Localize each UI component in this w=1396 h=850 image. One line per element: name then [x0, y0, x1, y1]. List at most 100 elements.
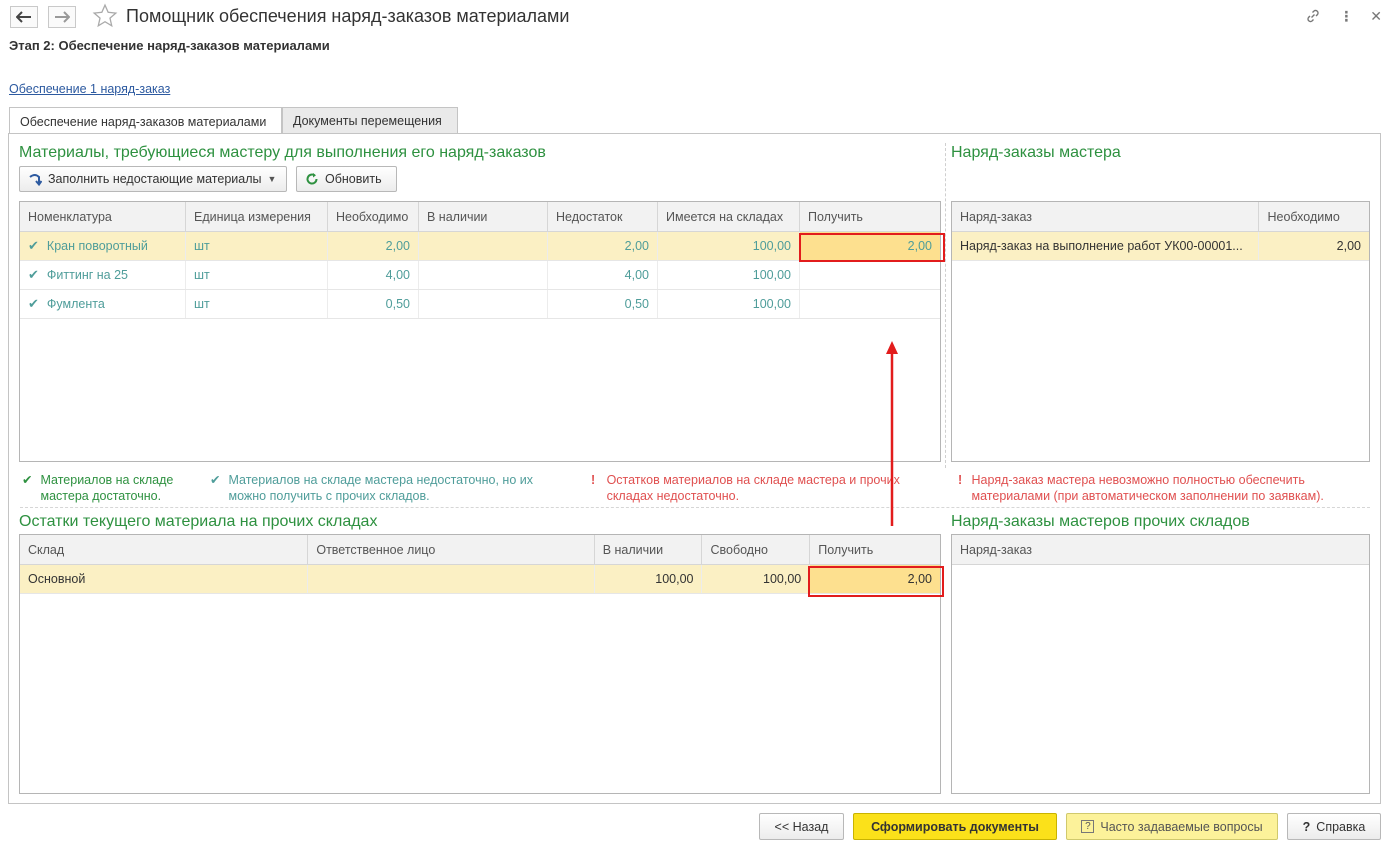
stock-table: Склад Ответственное лицо В наличии Свобо…	[19, 534, 941, 794]
fill-arrow-icon	[29, 174, 42, 186]
window-title: Помощник обеспечения наряд-заказов матер…	[126, 6, 570, 26]
cell-shortage: 2,00	[548, 232, 658, 260]
faq-label: Часто задаваемые вопросы	[1100, 819, 1263, 834]
col-stock-receive[interactable]: Получить	[810, 535, 940, 564]
refresh-button[interactable]: Обновить	[296, 166, 397, 192]
close-icon[interactable]: ✕	[1370, 8, 1382, 25]
legend-order-warning-text: Наряд-заказ мастера невозможно полностью…	[971, 473, 1324, 503]
cell-in-stock	[419, 232, 548, 260]
faq-button[interactable]: ? Часто задаваемые вопросы	[1066, 813, 1278, 840]
question-box-icon: ?	[1081, 820, 1095, 833]
other-orders-table: Наряд-заказ	[951, 534, 1370, 794]
cell-unit: шт	[186, 290, 328, 318]
cell-order: Наряд-заказ на выполнение работ УК00-000…	[952, 232, 1260, 260]
arrow-left-icon	[16, 11, 31, 23]
help-button[interactable]: ? Справка	[1287, 813, 1381, 840]
col-free[interactable]: Свободно	[702, 535, 811, 564]
tab-supply[interactable]: Обеспечение наряд-заказов материалами	[9, 107, 282, 135]
cell-in-stock	[419, 290, 548, 318]
check-icon: ✔	[210, 473, 221, 487]
back-button[interactable]: << Назад	[759, 813, 844, 840]
col-shortage[interactable]: Недостаток	[548, 202, 658, 231]
legend-ok-text: Материалов на складе мастера достаточно.	[40, 473, 174, 503]
check-icon: ✔	[28, 238, 39, 253]
cell-warehouse: Основной	[20, 565, 309, 593]
chevron-down-icon: ▼	[267, 174, 277, 184]
tab-transfer-documents[interactable]: Документы перемещения	[282, 107, 458, 134]
cell-shortage: 4,00	[548, 261, 658, 289]
check-icon: ✔	[22, 473, 33, 487]
arrow-right-icon	[55, 11, 70, 23]
col-receive[interactable]: Получить	[800, 202, 940, 231]
cell-stock-in-stock: 100,00	[595, 565, 703, 593]
more-icon[interactable]: ⋮	[1339, 8, 1353, 25]
cell-warehouses: 100,00	[658, 290, 800, 318]
col-needed[interactable]: Необходимо	[328, 202, 419, 231]
other-orders-section-title: Наряд-заказы мастеров прочих складов	[951, 513, 1250, 530]
row-name: Кран поворотный	[46, 239, 148, 253]
cell-shortage: 0,50	[548, 290, 658, 318]
col-warehouses[interactable]: Имеется на складах	[658, 202, 800, 231]
cell-nomenclature: ✔ Фумлента	[20, 290, 186, 318]
refresh-label: Обновить	[325, 172, 382, 186]
row-name: Фумлента	[46, 297, 105, 311]
col-responsible[interactable]: Ответственное лицо	[308, 535, 595, 564]
annotation-highlight-box	[799, 233, 945, 262]
cell-nomenclature: ✔ Кран поворотный	[20, 232, 186, 260]
materials-table-header: Номенклатура Единица измерения Необходим…	[20, 202, 940, 232]
annotation-highlight-box	[808, 566, 944, 597]
annotation-arrow-up-icon	[886, 341, 898, 526]
orders-section-title: Наряд-заказы мастера	[951, 144, 1121, 161]
legend-partial-text: Материалов на складе мастера недостаточн…	[228, 473, 533, 503]
cell-free: 100,00	[702, 565, 811, 593]
help-icon: ?	[1302, 819, 1311, 834]
exclamation-icon: !	[591, 473, 596, 487]
table-row[interactable]: ✔ Фиттинг на 25 шт 4,00 4,00 100,00	[20, 261, 940, 290]
divider-vertical	[945, 143, 946, 468]
cell-in-stock	[419, 261, 548, 289]
col-other-order[interactable]: Наряд-заказ	[952, 535, 1369, 564]
cell-receive[interactable]	[800, 290, 940, 318]
supply-orders-link[interactable]: Обеспечение 1 наряд-заказ	[9, 82, 170, 96]
legend-ok: ✔ Материалов на складе мастера достаточн…	[22, 472, 197, 504]
cell-warehouses: 100,00	[658, 232, 800, 260]
fill-missing-materials-button[interactable]: Заполнить недостающие материалы ▼	[19, 166, 287, 192]
legend-order-warning: ! Наряд-заказ мастера невозможно полност…	[958, 472, 1353, 504]
table-row[interactable]: Наряд-заказ на выполнение работ УК00-000…	[952, 232, 1369, 261]
cell-unit: шт	[186, 232, 328, 260]
table-row[interactable]: ✔ Фумлента шт 0,50 0,50 100,00	[20, 290, 940, 319]
cell-order-needed: 2,00	[1336, 239, 1361, 253]
table-row[interactable]: Основной 100,00 100,00 2,00	[20, 565, 940, 594]
check-icon: ✔	[28, 267, 39, 282]
cell-unit: шт	[186, 261, 328, 289]
refresh-icon	[306, 173, 318, 185]
help-label: Справка	[1316, 819, 1366, 834]
col-order[interactable]: Наряд-заказ	[952, 202, 1260, 231]
window-controls: ⋮ ✕	[1305, 8, 1382, 25]
link-icon[interactable]	[1305, 8, 1321, 24]
col-warehouse[interactable]: Склад	[20, 535, 309, 564]
cell-needed: 4,00	[328, 261, 419, 289]
cell-responsible	[308, 565, 595, 593]
cell-needed: 2,00	[328, 232, 419, 260]
favorite-star-icon[interactable]	[92, 3, 118, 29]
col-stock-in-stock[interactable]: В наличии	[595, 535, 703, 564]
create-documents-button[interactable]: Сформировать документы	[853, 813, 1057, 840]
cell-warehouses: 100,00	[658, 261, 800, 289]
back-nav-button[interactable]	[10, 6, 38, 28]
col-unit[interactable]: Единица измерения	[186, 202, 328, 231]
cell-receive[interactable]	[800, 261, 940, 289]
forward-nav-button[interactable]	[48, 6, 76, 28]
exclamation-icon: !	[958, 473, 963, 487]
col-in-stock[interactable]: В наличии	[419, 202, 548, 231]
cell-nomenclature: ✔ Фиттинг на 25	[20, 261, 186, 289]
col-order-needed[interactable]: Необходимо	[1259, 202, 1369, 231]
materials-section-title: Материалы, требующиеся мастеру для выпол…	[19, 144, 546, 161]
fill-missing-materials-label: Заполнить недостающие материалы	[48, 172, 262, 186]
stock-table-header: Склад Ответственное лицо В наличии Свобо…	[20, 535, 940, 565]
stage-title: Этап 2: Обеспечение наряд-заказов матери…	[9, 38, 330, 53]
col-nomenclature[interactable]: Номенклатура	[20, 202, 186, 231]
other-orders-table-header: Наряд-заказ	[952, 535, 1369, 565]
orders-table: Наряд-заказ Необходимо Наряд-заказ на вы…	[951, 201, 1370, 462]
cell-needed: 0,50	[328, 290, 419, 318]
